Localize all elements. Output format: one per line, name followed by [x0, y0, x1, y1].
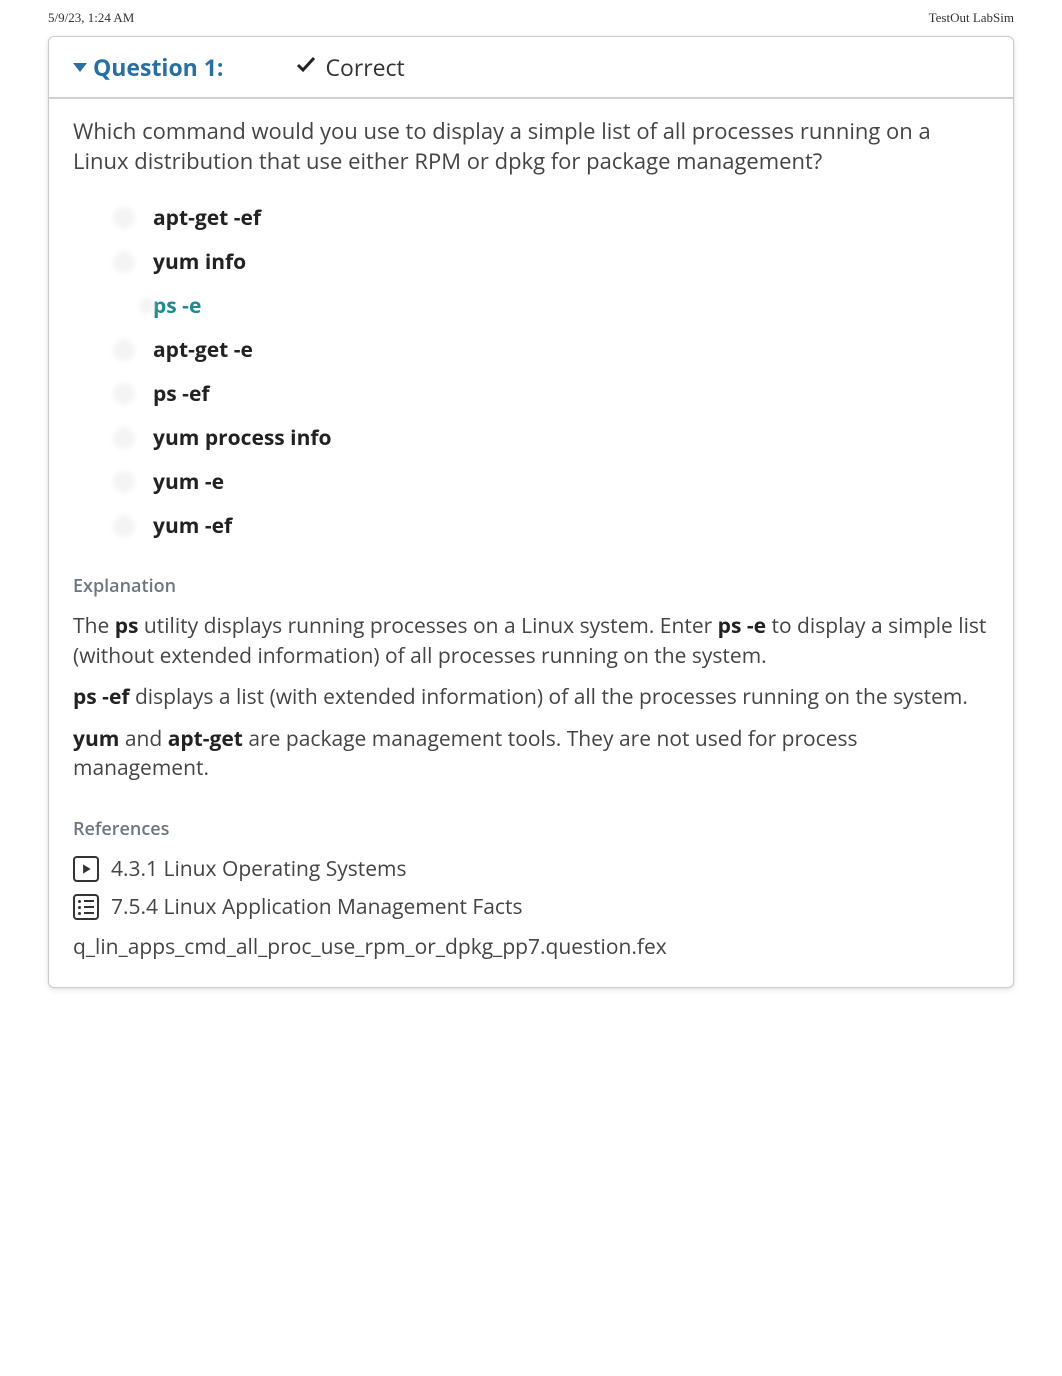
answer-option[interactable]: ps -e [113, 292, 989, 320]
video-icon [73, 856, 99, 882]
question-header[interactable]: Question 1: Correct [49, 37, 1013, 99]
radio-icon [113, 339, 135, 361]
answer-option-text: apt-get -e [153, 336, 253, 364]
answer-option[interactable]: apt-get -ef [113, 204, 989, 232]
answer-option[interactable]: ps -ef [113, 380, 989, 408]
question-card: Question 1: Correct Which command would … [48, 36, 1014, 988]
answer-option-text: yum -ef [153, 512, 232, 540]
answer-option-text: yum process info [153, 424, 332, 452]
reference-link[interactable]: 4.3.1 Linux Operating Systems [73, 855, 989, 883]
explanation-section: Explanation The ps utility displays runn… [73, 574, 989, 783]
status-text: Correct [326, 51, 405, 83]
references-section: References 4.3.1 Linux Operating Systems… [73, 817, 989, 961]
reference-link[interactable]: 7.5.4 Linux Application Management Facts [73, 893, 989, 921]
explanation-paragraph: ps -ef displays a list (with extended in… [73, 683, 989, 712]
explanation-paragraph: yum and apt-get are package management t… [73, 725, 989, 784]
answer-option[interactable]: apt-get -e [113, 336, 989, 364]
print-title: TestOut LabSim [929, 10, 1014, 26]
answer-option[interactable]: yum -ef [113, 512, 989, 540]
radio-icon [113, 471, 135, 493]
radio-icon [113, 427, 135, 449]
answer-option[interactable]: yum info [113, 248, 989, 276]
references-heading: References [73, 817, 989, 841]
radio-selected-icon [113, 295, 135, 317]
question-title-group: Question 1: [73, 51, 224, 83]
answer-option[interactable]: yum process info [113, 424, 989, 452]
caret-down-icon [73, 63, 87, 72]
radio-icon [113, 515, 135, 537]
radio-icon [113, 251, 135, 273]
answer-option-text: ps -ef [153, 380, 209, 408]
answer-options: apt-get -ef yum info ps -e apt-get -e ps -ef… [73, 204, 989, 540]
reference-text: 7.5.4 Linux Application Management Facts [111, 893, 522, 921]
question-body: Which command would you use to display a… [49, 99, 1013, 987]
reference-text: 4.3.1 Linux Operating Systems [111, 855, 407, 883]
status-indicator: Correct [294, 51, 405, 83]
radio-icon [113, 207, 135, 229]
check-icon [294, 51, 318, 83]
answer-option-text: ps -e [153, 292, 201, 320]
answer-option-text: yum -e [153, 468, 224, 496]
explanation-paragraph: The ps utility displays running processe… [73, 612, 989, 671]
explanation-heading: Explanation [73, 574, 989, 598]
answer-option[interactable]: yum -e [113, 468, 989, 496]
question-number: Question 1: [93, 51, 224, 83]
question-prompt: Which command would you use to display a… [73, 117, 989, 176]
print-timestamp: 5/9/23, 1:24 AM [48, 10, 134, 26]
answer-option-text: apt-get -ef [153, 204, 261, 232]
radio-icon [113, 383, 135, 405]
question-file-id: q_lin_apps_cmd_all_proc_use_rpm_or_dpkg_… [73, 933, 989, 961]
page-header: 5/9/23, 1:24 AM TestOut LabSim [0, 0, 1062, 30]
answer-option-text: yum info [153, 248, 246, 276]
list-icon [73, 894, 99, 920]
